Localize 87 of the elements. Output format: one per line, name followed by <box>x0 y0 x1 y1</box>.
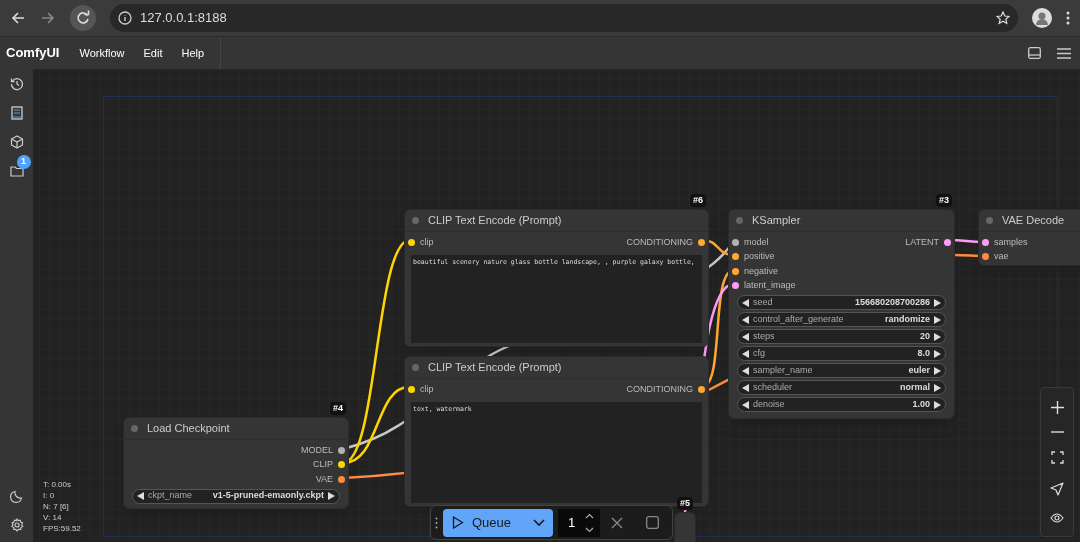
left-arrow-icon[interactable] <box>137 492 144 500</box>
url-text: 127.0.0.1:8188 <box>140 9 227 28</box>
chevron-down-icon <box>533 518 546 527</box>
cube-icon[interactable] <box>9 135 24 149</box>
widget-label: cfg <box>753 346 765 360</box>
widget-value: randomize <box>885 312 930 326</box>
widget-label: denoise <box>753 397 785 411</box>
address-bar[interactable]: 127.0.0.1:8188 <box>110 4 1018 32</box>
port-label: model <box>744 235 769 249</box>
widget-label: seed <box>753 295 773 309</box>
close-icon[interactable] <box>611 516 624 529</box>
moon-icon[interactable] <box>9 489 24 503</box>
drag-handle-icon[interactable] <box>435 516 438 529</box>
widget-value: euler <box>908 363 930 377</box>
port-label: negative <box>744 264 779 278</box>
menu-item[interactable]: Edit <box>135 44 171 62</box>
fit-view-icon[interactable] <box>1050 451 1064 464</box>
port-label: CONDITIONING <box>626 382 693 396</box>
profile-avatar-icon[interactable] <box>1032 8 1052 28</box>
menu-item[interactable]: Help <box>173 44 213 62</box>
port-label: samples <box>994 235 1028 249</box>
panel-icon[interactable] <box>1028 47 1041 59</box>
menu-item[interactable]: Workflow <box>71 44 133 62</box>
node-title: Load Checkpoint <box>147 421 230 437</box>
port-label: CONDITIONING <box>626 235 693 249</box>
settings-icon[interactable] <box>9 518 24 532</box>
node-card[interactable]: VAE Decode samples vae <box>978 209 1080 266</box>
stats-text: T: 0.00s <box>43 479 72 490</box>
folder-icon[interactable] <box>9 164 24 178</box>
node-title: CLIP Text Encode (Prompt) <box>428 213 562 229</box>
widget-field[interactable]: seed 156680208700286 <box>737 295 946 310</box>
widget-field[interactable]: cfg 8.0 <box>737 346 946 361</box>
forward-icon[interactable] <box>40 10 56 26</box>
widget-field[interactable]: denoise 1.00 <box>737 397 946 412</box>
batch-count-field[interactable]: 1 <box>558 508 601 537</box>
widget-label: ckpt_name <box>148 489 193 503</box>
info-icon[interactable] <box>118 11 132 25</box>
widget-value: 156680208700286 <box>854 295 930 309</box>
port-label: positive <box>744 250 775 263</box>
back-icon[interactable] <box>10 10 26 26</box>
widget-field[interactable]: ckpt_name v1-5-pruned-emaonly.ckpt <box>132 488 340 504</box>
port-label: vae <box>994 250 1009 263</box>
port-label: clip <box>420 382 434 396</box>
port-label: LATENT <box>905 235 939 249</box>
widget-value: 8.0 <box>917 346 930 360</box>
zoom-out-icon[interactable] <box>1050 431 1064 434</box>
navigate-icon[interactable] <box>1050 481 1064 496</box>
widget-field[interactable]: control_after_generate randomize <box>737 312 946 327</box>
play-icon <box>452 516 464 529</box>
right-arrow-icon[interactable] <box>328 492 335 500</box>
queue-options-button[interactable] <box>525 508 554 537</box>
widget-label: control_after_generate <box>753 312 844 326</box>
port-label: VAE <box>315 472 333 486</box>
zoom-in-icon[interactable] <box>1050 400 1064 414</box>
port-label: CLIP <box>313 458 333 471</box>
stop-icon[interactable] <box>646 516 660 529</box>
stats-text: N: 7 [6] <box>43 501 70 512</box>
widget-value: 20 <box>920 329 930 343</box>
notification-badge: 1 <box>16 155 31 169</box>
widget-label: sampler_name <box>753 363 813 377</box>
node-title: VAE Decode <box>1002 213 1065 229</box>
book-icon[interactable] <box>9 106 24 120</box>
widget-field[interactable]: sampler_name euler <box>737 363 946 378</box>
node-title: CLIP Text Encode (Prompt) <box>428 360 562 376</box>
more-icon[interactable] <box>1066 11 1070 25</box>
port-label: latent_image <box>744 279 796 292</box>
reload-icon[interactable] <box>70 5 96 31</box>
stats-text: V: 14 <box>43 512 63 523</box>
widget-label: steps <box>753 329 775 343</box>
widget-label: scheduler <box>753 380 793 394</box>
app-logo-text: ComfyUI <box>5 44 61 63</box>
widget-value: normal <box>900 380 930 394</box>
eye-icon[interactable] <box>1050 513 1064 524</box>
stats-text: I: 0 <box>43 490 56 501</box>
menu-icon[interactable] <box>1057 47 1071 59</box>
node-title: KSampler <box>752 213 801 229</box>
star-icon[interactable] <box>996 11 1010 25</box>
stats-text: FPS:59.52 <box>43 523 81 534</box>
port-label: clip <box>420 235 434 249</box>
stepper-icon[interactable] <box>585 511 595 534</box>
history-icon[interactable] <box>9 77 24 91</box>
widget-value: 1.00 <box>912 397 930 411</box>
widget-value: v1-5-pruned-emaonly.ckpt <box>212 489 324 503</box>
port-label: MODEL <box>301 443 333 457</box>
widget-field[interactable]: steps 20 <box>737 329 946 344</box>
queue-button[interactable]: Queue <box>443 508 526 537</box>
widget-field[interactable]: scheduler normal <box>737 380 946 395</box>
